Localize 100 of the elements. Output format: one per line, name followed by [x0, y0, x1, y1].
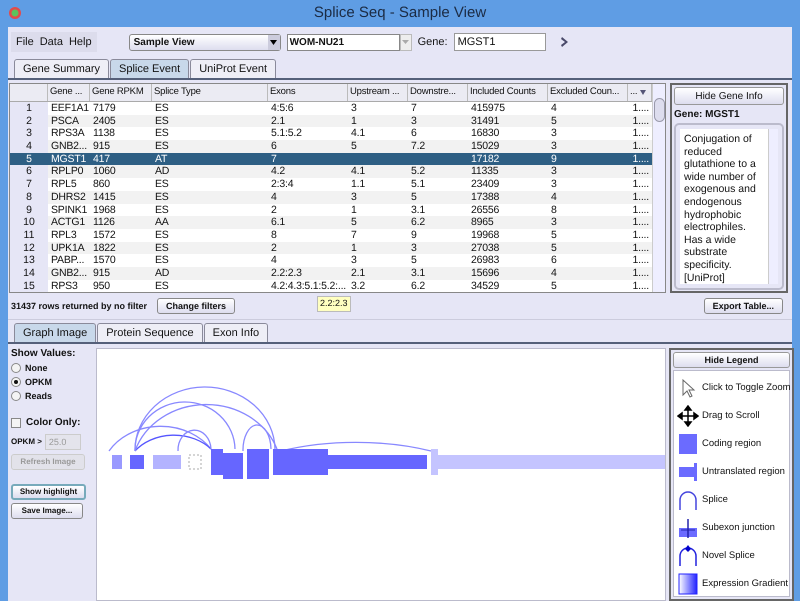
table-cell-text: 5: [550, 114, 558, 128]
tab[interactable]: Graph Image: [14, 323, 96, 342]
hide-legend-button[interactable]: Hide Legend: [673, 352, 790, 368]
row-number: 10: [10, 216, 48, 229]
table-cell-text: 27038: [470, 242, 500, 254]
table-cell-text: 4.2:4.3:5.1:5.2:...: [270, 280, 348, 292]
table-row[interactable]: 8 DHRS2 1415 ES 4 3 5 17388 4 1....: [10, 190, 652, 204]
row-number: 11: [10, 228, 48, 242]
table-row[interactable]: 2 PSCA 2405 ES 2.1 1 3 31491 5 1....: [10, 114, 652, 128]
table-cell-text: RPL3: [50, 228, 78, 242]
column-header[interactable]: Gene ...: [48, 84, 90, 101]
table-cell-text: 7: [270, 152, 278, 166]
row-number: 6: [10, 165, 48, 178]
table-cell-text: 5: [410, 190, 418, 204]
gene-field[interactable]: MGST1: [454, 33, 546, 51]
tab[interactable]: Gene Summary: [14, 59, 110, 78]
table-cell-text: 5.2: [410, 165, 426, 178]
column-header[interactable]: Downstre...: [408, 84, 468, 101]
table-row[interactable]: 15 RPS3 950 ES 4.2:4.3:5.1:5.2:... 3.2 6.2 34529 5 1....: [10, 280, 652, 292]
go-arrow-icon[interactable]: [560, 36, 570, 48]
table-cell-text: DHRS2: [50, 190, 87, 204]
table-cell-text: EEF1A1: [50, 102, 90, 115]
table-cell-text: 1....: [631, 266, 650, 280]
tab[interactable]: UniProt Event: [190, 59, 276, 78]
scrollbar[interactable]: [768, 129, 778, 284]
column-header[interactable]: Gene RPKM: [90, 84, 152, 101]
table-cell-text: ES: [154, 102, 170, 115]
table-cell-text: 16830: [470, 127, 500, 140]
hide-gene-info-button[interactable]: Hide Gene Info: [674, 87, 784, 105]
menu-item[interactable]: File: [13, 34, 37, 50]
column-header[interactable]: Splice Type: [152, 84, 268, 101]
radio-option[interactable]: Reads: [11, 389, 96, 404]
change-filters-button[interactable]: Change filters: [157, 298, 236, 314]
sample-field[interactable]: WOM-NU21: [286, 34, 400, 50]
table-cell-text: 3: [350, 190, 358, 204]
gene-description: Conjugation of reduced glutathione to a wide number of exogenous and endogenous hydrophobic electrophiles. Has a wide substrate specificity. [UniProt]: [680, 129, 768, 284]
radio-button[interactable]: [11, 363, 21, 374]
table-cell-text: GNB2...: [50, 266, 88, 280]
show-highlight-button[interactable]: Show highlight: [11, 484, 86, 500]
row-number: 15: [10, 280, 48, 292]
table-cell-text: 5.1:5.2: [270, 127, 303, 140]
table-cell-text: PSCA: [50, 114, 80, 128]
table-cell-text: 1126: [92, 216, 116, 229]
table-cell-text: 5: [350, 140, 358, 153]
tab[interactable]: Protein Sequence: [97, 323, 203, 342]
table-row[interactable]: 6 RPLP0 1060 AD 4.2 4.1 5.2 11335 3 1....: [10, 165, 652, 178]
table-cell-text: 2:3:4: [270, 178, 294, 191]
column-header[interactable]: Included Counts: [468, 84, 548, 101]
table-cell-text: AD: [154, 266, 170, 280]
save-image-button[interactable]: Save Image...: [11, 503, 83, 520]
radio-button[interactable]: [11, 391, 21, 402]
legend-label: Subexon junction: [702, 521, 775, 536]
tab[interactable]: Exon Info: [204, 323, 268, 342]
checkbox[interactable]: [11, 418, 21, 428]
table-cell-text: AD: [154, 165, 170, 178]
table-row[interactable]: 9 SPINK1 1968 ES 2 1 3.1 26556 8 1....: [10, 204, 652, 216]
radio-button[interactable]: [11, 377, 21, 388]
scrollbar[interactable]: [652, 84, 665, 292]
table-cell-text: 6: [550, 254, 558, 267]
table-cell-text: 1570: [92, 254, 117, 267]
table-cell-text: 2.1: [270, 114, 286, 128]
view-dropdown[interactable]: Sample View: [128, 34, 281, 50]
coding-region-icon: [677, 433, 699, 456]
table-cell-text: ES: [154, 204, 170, 216]
table-cell-text: 4: [550, 266, 558, 280]
table-cell-text: AA: [154, 216, 170, 229]
table-cell-text: 3: [410, 242, 418, 254]
table-cell-text: RPS3: [50, 280, 79, 292]
column-header[interactable]: Excluded Coun...: [548, 84, 628, 101]
table-cell-text: 3: [550, 216, 558, 229]
legend-label: Drag to Scroll: [702, 409, 760, 424]
table-row[interactable]: 5 MGST1 417 AT 7 17182 9 1....: [10, 152, 652, 166]
table-cell-text: 915: [92, 266, 111, 280]
column-header[interactable]: Exons: [268, 84, 348, 101]
menu-item[interactable]: Data: [36, 34, 66, 50]
table-cell-text: 1415: [92, 190, 117, 204]
menu-item[interactable]: Help: [66, 34, 95, 50]
sort-arrow-icon: [640, 90, 646, 95]
export-table-button[interactable]: Export Table...: [704, 298, 783, 314]
table-cell-text: ES: [154, 254, 170, 267]
exon-block: [153, 455, 181, 470]
table-row[interactable]: 10 ACTG1 1126 AA 6.1 5 6.2 8965 3 1....: [10, 216, 652, 229]
gene-label: Gene:: [418, 34, 448, 50]
table-cell-text: 2405: [92, 114, 117, 128]
tooltip: 2.2:2.3: [317, 296, 351, 312]
legend-label: Coding region: [702, 437, 762, 452]
table-cell-text: 1: [350, 242, 358, 254]
table-row[interactable]: 4 GNB2... 915 ES 6 5 7.2 15029 3 1....: [10, 140, 652, 153]
row-number: 9: [10, 204, 48, 216]
radio-option[interactable]: OPKM: [11, 375, 96, 390]
radio-option[interactable]: None: [11, 361, 96, 376]
table-cell-text: 5.1: [410, 178, 426, 191]
table-row[interactable]: 14 GNB2... 915 AD 2.2:2.3 2.1 3.1 15696 4 1....: [10, 266, 652, 280]
table-cell-text: 1....: [631, 127, 650, 140]
table-row[interactable]: 12 UPK1A 1822 ES 2 1 3 27038 5 1....: [10, 242, 652, 254]
table-cell-text: 1....: [631, 190, 650, 204]
table-cell-text: 9: [550, 152, 558, 166]
table-cell-text: ACTG1: [50, 216, 86, 229]
tab[interactable]: Splice Event: [110, 59, 190, 78]
column-header[interactable]: Upstream ...: [348, 84, 408, 101]
